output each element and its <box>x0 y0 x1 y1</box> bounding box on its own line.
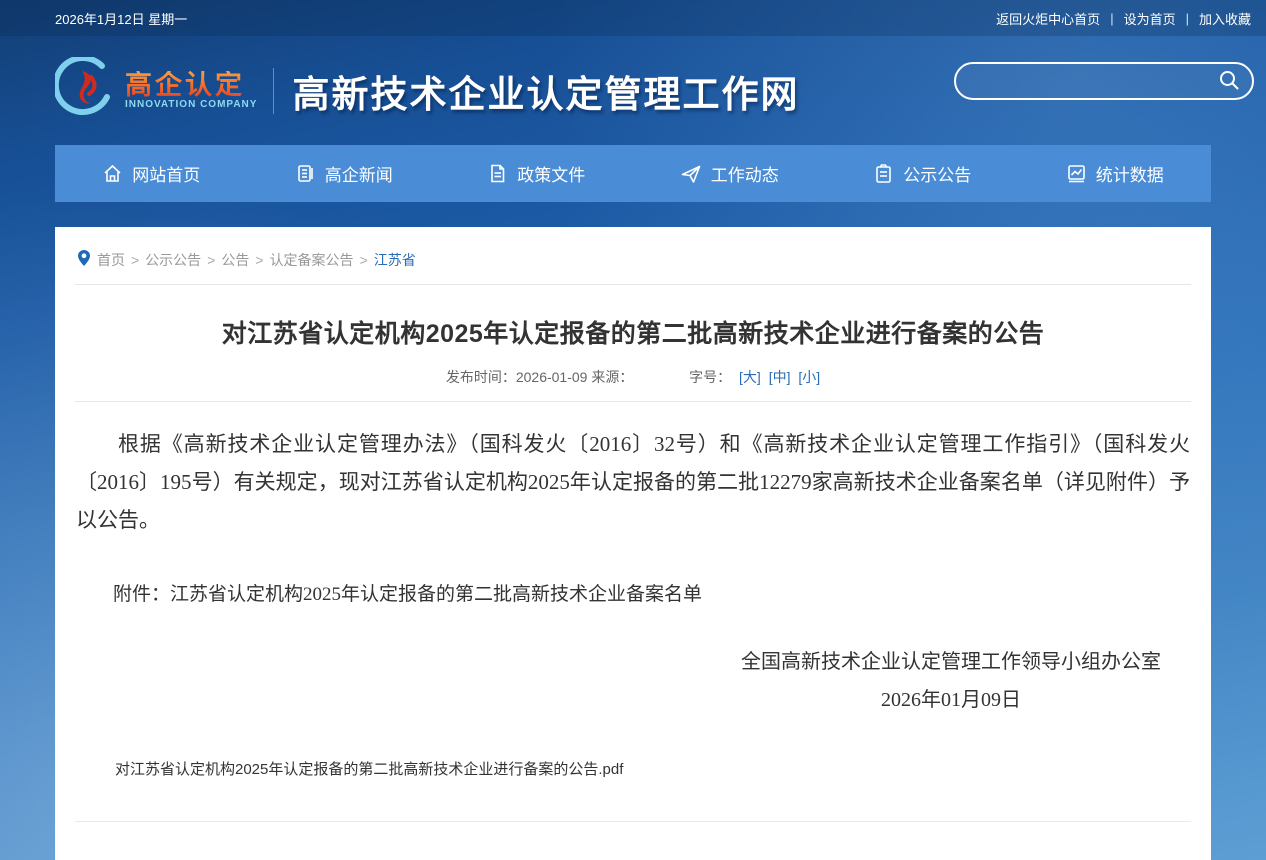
topbar-links: 返回火炬中心首页 | 设为首页 | 加入收藏 <box>996 9 1251 28</box>
article-paragraph: 根据《高新技术企业认定管理办法》（国科发火〔2016〕32号）和《高新技术企业认… <box>76 425 1190 539</box>
current-date: 2026年1月12日 星期一 <box>55 9 187 28</box>
bottom-divider <box>75 821 1191 822</box>
site-header: 高企认定 INNOVATION COMPANY 高新技术企业认定管理工作网 <box>0 36 1266 145</box>
nav-item-home[interactable]: 网站首页 <box>102 161 200 186</box>
topbar: 2026年1月12日 星期一 返回火炬中心首页 | 设为首页 | 加入收藏 <box>0 0 1266 36</box>
link-add-favorite[interactable]: 加入收藏 <box>1199 9 1251 28</box>
source-label: 来源： <box>591 369 633 385</box>
header-divider <box>273 68 274 114</box>
home-icon <box>102 163 123 184</box>
article-meta: 发布时间：2026-01-09 来源： 字号： [大] [中] [小] <box>75 367 1191 387</box>
nav-item-announcements[interactable]: 公示公告 <box>873 161 971 186</box>
search-box <box>954 62 1254 100</box>
article-body: 根据《高新技术企业认定管理办法》（国科发火〔2016〕32号）和《高新技术企业认… <box>75 425 1191 539</box>
publish-time-value: 2026-01-09 <box>516 369 588 385</box>
link-torch-center-home[interactable]: 返回火炬中心首页 <box>996 9 1100 28</box>
breadcrumb-current-jiangsu[interactable]: 江苏省 <box>374 250 416 270</box>
breadcrumb-divider <box>75 284 1191 285</box>
link-set-homepage[interactable]: 设为首页 <box>1124 9 1176 28</box>
search-input[interactable] <box>956 64 1218 98</box>
signature-wrap: 全国高新技术企业认定管理工作领导小组办公室 2026年01月09日 <box>75 644 1191 720</box>
nav-label: 公示公告 <box>903 161 971 186</box>
main-nav: 网站首页 高企新闻 政策文件 工作动态 <box>55 145 1211 202</box>
chart-icon <box>1066 163 1087 184</box>
attachment-pdf-link[interactable]: 对江苏省认定机构2025年认定报备的第二批高新技术企业进行备案的公告.pdf <box>115 758 623 779</box>
nav-item-work-trends[interactable]: 工作动态 <box>680 161 779 186</box>
breadcrumb: 首页 > 公示公告 > 公告 > 认定备案公告 > 江苏省 <box>75 227 1191 284</box>
nav-item-policy[interactable]: 政策文件 <box>487 161 585 186</box>
news-icon <box>295 163 316 184</box>
nav-item-news[interactable]: 高企新闻 <box>295 161 393 186</box>
nav-label: 统计数据 <box>1096 161 1164 186</box>
breadcrumb-separator: > <box>131 252 139 268</box>
clipboard-icon <box>873 163 894 184</box>
fontsize-label: 字号： <box>689 369 731 385</box>
breadcrumb-home[interactable]: 首页 <box>97 250 125 270</box>
logo-text: 高企认定 INNOVATION COMPANY <box>125 71 257 110</box>
separator: | <box>1186 11 1189 26</box>
nav-item-statistics[interactable]: 统计数据 <box>1066 161 1164 186</box>
breadcrumb-separator: > <box>255 252 263 268</box>
search-icon <box>1218 69 1240 94</box>
publish-time-label: 发布时间： <box>446 369 516 385</box>
separator: | <box>1110 11 1113 26</box>
signature-office: 全国高新技术企业认定管理工作领导小组办公室 <box>741 644 1161 680</box>
logo-swirl-icon <box>55 57 117 124</box>
site-title: 高新技术企业认定管理工作网 <box>292 64 799 118</box>
article-title: 对江苏省认定机构2025年认定报备的第二批高新技术企业进行备案的公告 <box>75 314 1191 350</box>
paper-plane-icon <box>680 163 702 185</box>
fontsize-medium-button[interactable]: [中] <box>769 369 791 385</box>
site-logo[interactable]: 高企认定 INNOVATION COMPANY <box>55 57 257 124</box>
nav-label: 高企新闻 <box>325 161 393 186</box>
nav-label: 网站首页 <box>132 161 200 186</box>
fontsize-small-button[interactable]: [小] <box>798 369 820 385</box>
document-icon <box>487 163 508 184</box>
search-button[interactable] <box>1218 69 1252 94</box>
breadcrumb-filing-notice[interactable]: 认定备案公告 <box>270 250 354 270</box>
signature-date: 2026年01月09日 <box>741 680 1161 720</box>
fontsize-large-button[interactable]: [大] <box>739 369 761 385</box>
breadcrumb-notice[interactable]: 公告 <box>221 250 249 270</box>
signature-block: 全国高新技术企业认定管理工作领导小组办公室 2026年01月09日 <box>741 644 1161 720</box>
meta-divider <box>75 401 1191 402</box>
breadcrumb-separator: > <box>360 252 368 268</box>
breadcrumb-separator: > <box>207 252 215 268</box>
logo-subtitle: INNOVATION COMPANY <box>125 99 257 110</box>
content-panel: 首页 > 公示公告 > 公告 > 认定备案公告 > 江苏省 对江苏省认定机构20… <box>55 227 1211 860</box>
breadcrumb-announcements[interactable]: 公示公告 <box>145 250 201 270</box>
attachment-line: 附件：江苏省认定机构2025年认定报备的第二批高新技术企业备案名单 <box>75 579 1191 606</box>
logo-title: 高企认定 <box>125 71 257 99</box>
nav-label: 政策文件 <box>517 161 585 186</box>
nav-label: 工作动态 <box>711 161 779 186</box>
location-pin-icon <box>77 249 91 270</box>
